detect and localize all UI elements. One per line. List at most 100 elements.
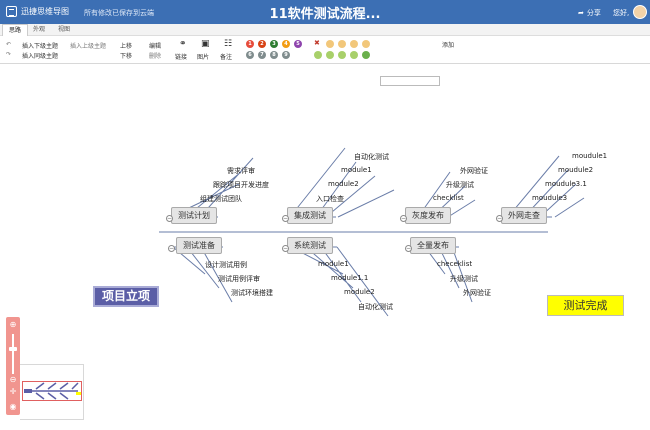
minimap-viewport[interactable]	[22, 381, 82, 401]
zoom-out-icon[interactable]: ⊖	[8, 375, 18, 385]
move-down-button[interactable]: 下移	[120, 51, 132, 60]
progress-1-icon[interactable]	[326, 40, 334, 48]
progress-3-icon[interactable]	[350, 40, 358, 48]
leaf-checklist[interactable]: checklist	[433, 194, 464, 202]
leaf-module2[interactable]: module2	[344, 288, 375, 296]
note-button[interactable]: 备注	[220, 52, 232, 61]
progress-5-icon[interactable]	[314, 51, 322, 59]
user-greeting: 您好,	[613, 9, 630, 17]
priority-3-icon[interactable]: 3	[270, 40, 278, 48]
move-icon[interactable]: ✛	[8, 387, 18, 397]
node-gray-release[interactable]: 灰度发布	[405, 207, 451, 224]
ribbon-tabs: 思路 外观 视图	[0, 24, 650, 36]
insert-child-button[interactable]: 插入下级主题	[22, 41, 58, 50]
link-button[interactable]: 链接	[175, 52, 187, 61]
share-button[interactable]: ➦ 分享	[578, 8, 601, 18]
redo-icon[interactable]: ↷	[6, 51, 11, 58]
leaf-module2[interactable]: module2	[328, 180, 359, 188]
zoom-panel: ⊕ ⊖ ✛ ◉	[6, 317, 20, 415]
progress-8-icon[interactable]	[350, 51, 358, 59]
leaf-track-progress[interactable]: 跟踪项目开发进度	[213, 180, 269, 190]
node-system-test[interactable]: 系统测试	[287, 237, 333, 254]
search-add-button[interactable]: 添加	[442, 40, 454, 49]
priority-1-icon[interactable]: 1	[246, 40, 254, 48]
image-button[interactable]: 图片	[197, 52, 209, 61]
leaf-entry-check[interactable]: 入口检查	[316, 194, 344, 204]
title-bar: 迅捷思维导图 所有修改已保存到云端 11软件测试流程... ➦ 分享 您好,	[0, 0, 650, 24]
app-name: 迅捷思维导图	[21, 7, 69, 16]
link-icon[interactable]: ⚭	[179, 39, 187, 49]
node-integration-test[interactable]: 集成测试	[287, 207, 333, 224]
collapse-toggle[interactable]: −	[282, 215, 289, 222]
priority-6-icon[interactable]: 6	[246, 51, 254, 59]
priority-5-icon[interactable]: 5	[294, 40, 302, 48]
avatar[interactable]	[633, 5, 647, 19]
leaf-automation-test[interactable]: 自动化测试	[358, 302, 393, 312]
priority-9-icon[interactable]: 9	[282, 51, 290, 59]
collapse-toggle[interactable]: −	[168, 245, 175, 252]
priority-4-icon[interactable]: 4	[282, 40, 290, 48]
zoom-slider-handle[interactable]	[9, 347, 17, 351]
image-icon[interactable]: ▣	[201, 39, 210, 49]
leaf-external-verification[interactable]: 外网验证	[463, 288, 491, 298]
leaf-moudule1[interactable]: moudule1	[572, 152, 607, 160]
progress-4-icon[interactable]	[362, 40, 370, 48]
share-icon: ➦	[578, 9, 584, 17]
progress-6-icon[interactable]	[326, 51, 334, 59]
leaf-module1-1[interactable]: module1.1	[331, 274, 368, 282]
tab-ideas[interactable]: 思路	[2, 24, 29, 36]
insert-sibling-button[interactable]: 插入同级主题	[22, 51, 58, 60]
minimap[interactable]	[20, 364, 84, 420]
tab-view[interactable]: 视图	[52, 24, 76, 36]
node-external-verify[interactable]: 外网走查	[501, 207, 547, 224]
leaf-requirement-review[interactable]: 需求评审	[227, 166, 255, 176]
leaf-moudule3-1[interactable]: moudule3.1	[545, 180, 587, 188]
delete-button[interactable]: 删除	[149, 51, 161, 60]
progress-9-icon[interactable]	[362, 51, 370, 59]
leaf-module1[interactable]: module1	[318, 260, 349, 268]
priority-7-icon[interactable]: 7	[258, 51, 266, 59]
insert-parent-button[interactable]: 插入上级主题	[70, 41, 106, 50]
leaf-build-team[interactable]: 组建测试团队	[200, 194, 242, 204]
move-up-button[interactable]: 上移	[120, 41, 132, 50]
undo-icon[interactable]: ↶	[6, 41, 11, 48]
document-title[interactable]: 11软件测试流程...	[270, 7, 381, 22]
priority-8-icon[interactable]: 8	[270, 51, 278, 59]
collapse-toggle[interactable]: −	[400, 215, 407, 222]
remove-progress-icon[interactable]: ✖	[314, 39, 320, 47]
leaf-checeklist[interactable]: checeklist	[437, 260, 472, 268]
leaf-automation-test[interactable]: 自动化测试	[354, 152, 389, 162]
progress-7-icon[interactable]	[338, 51, 346, 59]
leaf-upgrade-test[interactable]: 升级测试	[446, 180, 474, 190]
leaf-case-review[interactable]: 测试用例评审	[218, 274, 260, 284]
node-test-plan[interactable]: 测试计划	[171, 207, 217, 224]
edit-button[interactable]: 编辑	[149, 41, 161, 50]
end-node[interactable]: 测试完成	[547, 295, 624, 316]
toolbar: ↶ ↷ 插入下级主题 插入上级主题 插入同级主题 上移 下移 编辑 删除 ⚭ 链…	[0, 36, 650, 86]
node-full-release[interactable]: 全量发布	[410, 237, 456, 254]
progress-2-icon[interactable]	[338, 40, 346, 48]
collapse-toggle[interactable]: −	[496, 215, 503, 222]
zoom-slider[interactable]	[12, 334, 14, 374]
eye-icon[interactable]: ◉	[8, 402, 18, 412]
leaf-external-verification[interactable]: 外网验证	[460, 166, 488, 176]
mindmap-canvas[interactable]: 项目立项 测试完成 测试计划 集成测试 灰度发布 外网走查 测试准备 系统测试 …	[0, 64, 650, 430]
tab-appearance[interactable]: 外观	[27, 24, 51, 36]
root-node[interactable]: 项目立项	[93, 286, 159, 307]
note-icon[interactable]: ☷	[224, 39, 232, 49]
leaf-design-cases[interactable]: 设计测试用例	[205, 260, 247, 270]
node-test-prep[interactable]: 测试准备	[176, 237, 222, 254]
collapse-toggle[interactable]: −	[166, 215, 173, 222]
save-status: 所有修改已保存到云端	[84, 9, 154, 17]
menu-icon[interactable]	[6, 6, 17, 17]
app-logo[interactable]: 迅捷思维导图	[6, 6, 69, 17]
collapse-toggle[interactable]: −	[282, 245, 289, 252]
leaf-module1[interactable]: module1	[341, 166, 372, 174]
leaf-moudule3[interactable]: moudule3	[532, 194, 567, 202]
priority-2-icon[interactable]: 2	[258, 40, 266, 48]
leaf-moudule2[interactable]: moudule2	[558, 166, 593, 174]
collapse-toggle[interactable]: −	[405, 245, 412, 252]
leaf-env-setup[interactable]: 测试环境搭建	[231, 288, 273, 298]
leaf-upgrade-test[interactable]: 升级测试	[450, 274, 478, 284]
zoom-in-icon[interactable]: ⊕	[8, 320, 18, 330]
